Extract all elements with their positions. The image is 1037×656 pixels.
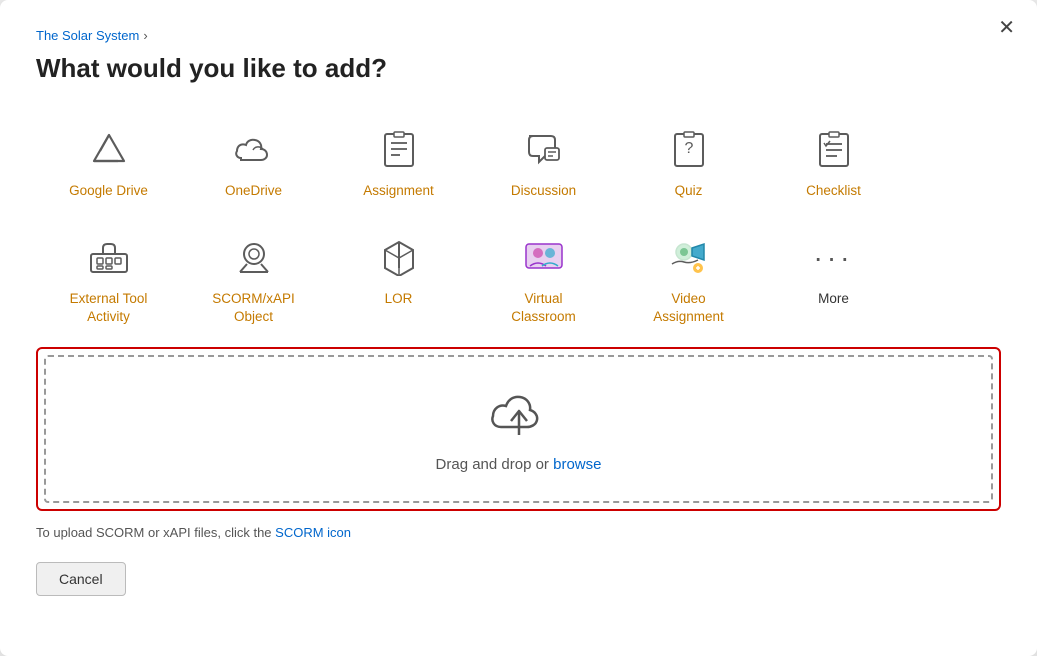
close-button[interactable]: ✕	[998, 18, 1015, 38]
quiz-button[interactable]: ? Quiz	[616, 112, 761, 212]
video-assignment-icon	[668, 236, 710, 280]
dropzone[interactable]: Drag and drop or browse	[44, 355, 993, 503]
dropzone-wrapper: Drag and drop or browse	[36, 347, 1001, 511]
discussion-label: Discussion	[511, 182, 576, 200]
svg-text:?: ?	[684, 140, 693, 157]
external-tool-button[interactable]: External ToolActivity	[36, 220, 181, 338]
lor-button[interactable]: LOR	[326, 220, 471, 338]
google-drive-button[interactable]: Google Drive	[36, 112, 181, 212]
scorm-button[interactable]: SCORM/xAPIObject	[181, 220, 326, 338]
assignment-button[interactable]: Assignment	[326, 112, 471, 212]
cancel-button[interactable]: Cancel	[36, 562, 126, 596]
dropzone-label: Drag and drop or	[436, 456, 554, 473]
upload-icon	[487, 387, 551, 444]
video-assignment-button[interactable]: VideoAssignment	[616, 220, 761, 338]
scorm-icon-link[interactable]: SCORM icon	[275, 525, 351, 540]
discussion-button[interactable]: Discussion	[471, 112, 616, 212]
quiz-label: Quiz	[675, 182, 703, 200]
modal: ✕ The Solar System › What would you like…	[0, 0, 1037, 656]
virtual-classroom-label: VirtualClassroom	[511, 290, 576, 326]
discussion-icon	[525, 128, 563, 172]
page-title: What would you like to add?	[36, 53, 1001, 84]
checklist-label: Checklist	[806, 182, 861, 200]
more-label: More	[818, 290, 849, 308]
hint-text: To upload SCORM or xAPI files, click the	[36, 525, 275, 540]
video-assignment-label: VideoAssignment	[653, 290, 724, 326]
onedrive-icon	[233, 128, 275, 172]
quiz-icon: ?	[672, 128, 706, 172]
virtual-classroom-icon	[524, 236, 564, 280]
scorm-icon	[234, 236, 274, 280]
dropzone-text: Drag and drop or browse	[436, 456, 602, 473]
scorm-label: SCORM/xAPIObject	[212, 290, 295, 326]
virtual-classroom-button[interactable]: VirtualClassroom	[471, 220, 616, 338]
breadcrumb: The Solar System ›	[36, 28, 1001, 43]
assignment-label: Assignment	[363, 182, 434, 200]
lor-icon	[380, 236, 418, 280]
breadcrumb-separator: ›	[143, 28, 147, 43]
external-tool-icon	[89, 236, 129, 280]
more-button[interactable]: ··· More	[761, 220, 906, 338]
google-drive-label: Google Drive	[69, 182, 148, 200]
checklist-icon	[817, 128, 851, 172]
more-icon: ···	[814, 236, 854, 280]
onedrive-button[interactable]: OneDrive	[181, 112, 326, 212]
item-row-2: External ToolActivity SCORM/xAPIObject	[36, 220, 1001, 338]
browse-link[interactable]: browse	[553, 456, 601, 473]
lor-label: LOR	[385, 290, 413, 308]
assignment-icon	[382, 128, 416, 172]
onedrive-label: OneDrive	[225, 182, 282, 200]
google-drive-icon	[90, 128, 128, 172]
breadcrumb-link[interactable]: The Solar System	[36, 28, 139, 43]
item-row-1: Google Drive OneDrive Ass	[36, 112, 1001, 212]
external-tool-label: External ToolActivity	[70, 290, 148, 326]
scorm-hint: To upload SCORM or xAPI files, click the…	[36, 525, 1001, 540]
checklist-button[interactable]: Checklist	[761, 112, 906, 212]
